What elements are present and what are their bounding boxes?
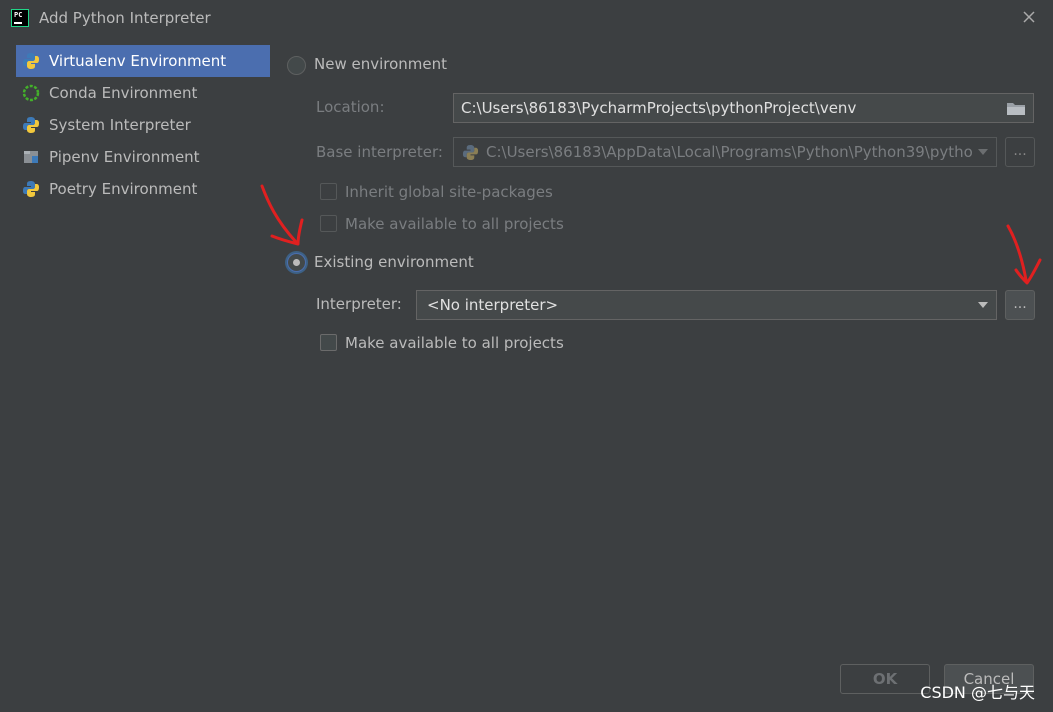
location-value: C:\Users\86183\PycharmProjects\pythonPro… [461,99,857,117]
inherit-site-packages-label: Inherit global site-packages [345,183,553,201]
sidebar-item-pipenv[interactable]: Pipenv Environment [16,141,270,173]
interpreter-value: <No interpreter> [427,296,559,314]
watermark: CSDN @七与天 [920,683,1035,702]
new-env-make-available-checkbox[interactable] [320,215,337,232]
sidebar-item-system-interpreter[interactable]: System Interpreter [16,109,270,141]
title-bar: PC Add Python Interpreter [0,0,1053,37]
sidebar-item-label: Virtualenv Environment [49,52,227,70]
sidebar-item-virtualenv[interactable]: Virtualenv Environment [16,45,270,77]
location-field[interactable]: C:\Users\86183\PycharmProjects\pythonPro… [453,93,1034,123]
new-environment-label: New environment [314,55,448,73]
interpreter-dropdown[interactable]: <No interpreter> [416,290,997,320]
sidebar-item-label: Pipenv Environment [49,148,200,166]
python-icon [23,117,39,133]
annotation-arrow-icon [260,184,304,246]
existing-environment-label: Existing environment [314,253,474,271]
annotation-arrow-icon [1006,224,1042,285]
new-env-make-available-label: Make available to all projects [345,215,564,233]
conda-icon [22,84,40,102]
new-environment-radio[interactable] [287,56,306,75]
base-interpreter-dropdown[interactable]: C:\Users\86183\AppData\Local\Programs\Py… [453,137,997,167]
environment-type-list: Virtualenv Environment Conda Environment… [16,45,270,205]
sidebar-item-poetry[interactable]: Poetry Environment [16,173,270,205]
existing-environment-radio[interactable] [287,253,306,272]
folder-icon[interactable] [1006,101,1026,116]
chevron-down-icon [978,302,988,308]
poetry-icon [23,181,39,197]
interpreter-browse-button[interactable]: ... [1005,290,1035,320]
existing-env-make-available-checkbox[interactable] [320,334,337,351]
location-label: Location: [316,98,385,116]
pipenv-icon [24,151,38,163]
sidebar-item-label: Poetry Environment [49,180,198,198]
close-icon[interactable] [1017,5,1041,29]
interpreter-label: Interpreter: [316,295,402,313]
inherit-site-packages-checkbox[interactable] [320,183,337,200]
base-interpreter-value: C:\Users\86183\AppData\Local\Programs\Py… [486,143,973,161]
python-venv-icon [23,53,39,69]
sidebar-item-label: System Interpreter [49,116,191,134]
pycharm-logo-icon: PC [11,9,29,27]
sidebar-item-label: Conda Environment [49,84,198,102]
base-interpreter-label: Base interpreter: [316,143,443,161]
window-title: Add Python Interpreter [39,9,211,27]
sidebar-item-conda[interactable]: Conda Environment [16,77,270,109]
ok-button[interactable]: OK [840,664,930,694]
chevron-down-icon [978,149,988,155]
existing-env-make-available-label: Make available to all projects [345,334,564,352]
python-icon [462,144,479,161]
base-interpreter-browse-button[interactable]: ... [1005,137,1035,167]
